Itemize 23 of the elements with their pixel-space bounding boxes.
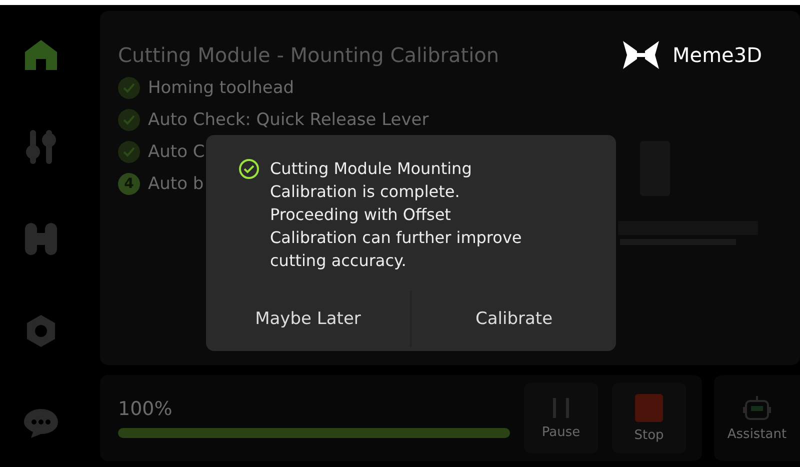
step-label: Auto C bbox=[148, 142, 205, 162]
check-circle-icon bbox=[238, 158, 260, 180]
spool-icon bbox=[24, 221, 58, 257]
logo-icon bbox=[622, 41, 659, 69]
page-title: Cutting Module - Mounting Calibration bbox=[118, 43, 500, 67]
pause-button[interactable]: Pause bbox=[524, 383, 598, 453]
step-label: Auto b bbox=[148, 174, 204, 194]
home-icon bbox=[24, 39, 58, 71]
robot-icon bbox=[742, 394, 772, 422]
dialog-button[interactable]: Maybe Later bbox=[206, 291, 410, 347]
settings-icon bbox=[24, 314, 58, 348]
stop-icon bbox=[635, 394, 663, 422]
pause-icon bbox=[551, 396, 571, 418]
sliders-icon bbox=[24, 128, 58, 166]
dialog-message: Cutting Module Mounting Calibration is complete. Proceeding with Offset Calibration can further improve cutting accuracy. bbox=[270, 158, 523, 272]
dialog-button[interactable]: Calibrate bbox=[412, 291, 616, 347]
step-label: Homing toolhead bbox=[148, 78, 294, 98]
stop-button[interactable]: Stop bbox=[612, 383, 686, 453]
brand-name: Meme3D bbox=[672, 43, 762, 67]
assistant-button[interactable]: Assistant bbox=[714, 375, 800, 461]
chat-icon bbox=[23, 407, 59, 439]
step-label: Auto Check: Quick Release Lever bbox=[148, 110, 429, 130]
progress-reading: 100% bbox=[118, 398, 174, 420]
